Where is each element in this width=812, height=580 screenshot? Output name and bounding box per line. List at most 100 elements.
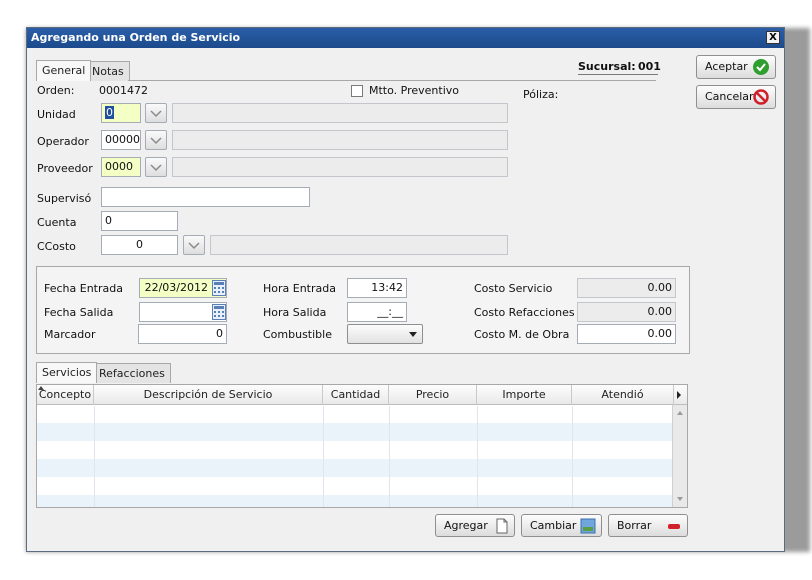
aceptar-button[interactable]: Aceptar <box>696 55 776 79</box>
operador-lookup-button[interactable] <box>145 130 167 150</box>
tab-notas-label: Notas <box>92 65 124 78</box>
tab-refacciones-label: Refacciones <box>99 367 165 380</box>
scroll-up-icon[interactable] <box>677 411 683 415</box>
cuenta-label: Cuenta <box>37 216 77 229</box>
cancelar-button[interactable]: Cancelar <box>696 85 776 109</box>
chevron-down-icon <box>409 332 417 337</box>
title-bar: Agregando una Orden de Servicio X <box>27 28 784 48</box>
ccosto-lookup-button[interactable] <box>183 235 205 255</box>
column-header-cantidad[interactable]: Cantidad <box>323 385 389 405</box>
column-header-precio[interactable]: Precio <box>389 385 477 405</box>
ccosto-input[interactable]: 0 <box>101 235 178 255</box>
grid-header: Concepto Descripción de Servicio Cantida… <box>37 385 687 405</box>
table-row[interactable] <box>37 441 674 459</box>
minus-icon <box>668 524 680 529</box>
dialog-window: Agregando una Orden de Servicio X Genera… <box>26 27 785 552</box>
chevron-down-icon <box>150 137 162 145</box>
column-divider <box>477 406 478 507</box>
chevron-down-icon <box>188 242 200 250</box>
costo-refacciones-label: Costo Refacciones <box>474 306 575 319</box>
tab-general[interactable]: General <box>36 60 92 81</box>
table-row[interactable] <box>37 495 674 507</box>
hora-entrada-input[interactable]: 13:42 <box>347 278 407 298</box>
agregar-button[interactable]: Agregar <box>435 514 515 537</box>
cuenta-input[interactable]: 0 <box>101 211 178 231</box>
table-row[interactable] <box>37 459 674 477</box>
new-document-icon <box>496 518 508 534</box>
hora-salida-input[interactable]: __:__ <box>347 302 407 322</box>
calendar-grid-glyph <box>214 282 224 293</box>
fecha-entrada-label: Fecha Entrada <box>44 282 123 295</box>
column-divider <box>389 406 390 507</box>
table-row[interactable] <box>37 405 674 423</box>
sort-up-icon <box>38 386 44 390</box>
servicios-grid[interactable]: Concepto Descripción de Servicio Cantida… <box>36 384 688 508</box>
marcador-input[interactable]: 0 <box>138 324 227 344</box>
unidad-description <box>172 103 508 123</box>
superviso-label: Supervisó <box>37 192 92 205</box>
operador-label: Operador <box>37 135 89 148</box>
unidad-input[interactable]: 0 <box>101 103 141 123</box>
proveedor-description <box>172 157 508 177</box>
combustible-select[interactable] <box>347 324 423 344</box>
close-icon: X <box>769 32 777 43</box>
tab-servicios[interactable]: Servicios <box>36 362 98 383</box>
scroll-down-icon[interactable] <box>677 497 683 501</box>
check-icon <box>753 59 769 75</box>
column-header-descripcion[interactable]: Descripción de Servicio <box>94 385 323 405</box>
operador-description <box>172 130 508 150</box>
sucursal-value: 001 <box>638 60 661 73</box>
close-button[interactable]: X <box>766 31 780 44</box>
window-title: Agregando una Orden de Servicio <box>31 31 241 44</box>
table-row[interactable] <box>37 423 674 441</box>
cancelar-label: Cancelar <box>705 90 754 103</box>
cambiar-button[interactable]: Cambiar <box>521 514 602 537</box>
costo-refacciones-value: 0.00 <box>577 302 676 322</box>
column-header-importe[interactable]: Importe <box>477 385 572 405</box>
fecha-salida-label: Fecha Salida <box>44 306 114 319</box>
calendar-icon[interactable] <box>212 304 226 320</box>
grid-vertical-scrollbar[interactable] <box>672 405 687 507</box>
cambiar-label: Cambiar <box>530 519 577 532</box>
column-divider <box>94 406 95 507</box>
image-icon <box>580 518 596 534</box>
proveedor-lookup-button[interactable] <box>145 157 167 177</box>
proveedor-input[interactable]: 0000 <box>101 157 141 177</box>
calendar-icon[interactable] <box>212 280 226 296</box>
sucursal-label: Sucursal: <box>578 60 636 73</box>
borrar-button[interactable]: Borrar <box>608 514 688 537</box>
orden-value: 0001472 <box>99 84 148 97</box>
ccosto-description <box>210 235 508 255</box>
costo-servicio-value: 0.00 <box>577 278 676 298</box>
costo-obra-label: Costo M. de Obra <box>474 328 570 341</box>
tab-baseline <box>128 80 656 81</box>
column-divider <box>323 406 324 507</box>
operador-input[interactable]: 00000 <box>101 130 141 150</box>
table-row[interactable] <box>37 477 674 495</box>
unidad-value: 0 <box>105 106 114 119</box>
borrar-label: Borrar <box>617 519 652 532</box>
agregar-label: Agregar <box>444 519 488 532</box>
hora-salida-label: Hora Salida <box>263 306 327 319</box>
column-header-atendio[interactable]: Atendió <box>572 385 674 405</box>
scroll-right-icon[interactable] <box>677 391 681 399</box>
mtto-preventivo-label: Mtto. Preventivo <box>369 84 459 97</box>
chevron-down-icon <box>150 110 162 118</box>
aceptar-label: Aceptar <box>705 60 748 73</box>
marcador-label: Marcador <box>44 328 96 341</box>
tab-refacciones[interactable]: Refacciones <box>93 363 171 383</box>
details-panel: Fecha Entrada 22/03/2012 Fecha Salida Ma… <box>36 266 690 354</box>
ccosto-label: CCosto <box>37 240 76 253</box>
tab-notas[interactable]: Notas <box>86 61 130 81</box>
tab-servicios-label: Servicios <box>42 366 92 379</box>
costo-obra-input[interactable]: 0.00 <box>577 324 676 344</box>
hora-entrada-label: Hora Entrada <box>263 282 336 295</box>
mtto-preventivo-checkbox[interactable] <box>351 85 363 97</box>
unidad-lookup-button[interactable] <box>145 103 167 123</box>
superviso-input[interactable] <box>101 187 310 207</box>
column-header-concepto[interactable]: Concepto <box>37 385 94 405</box>
calendar-grid-glyph <box>214 306 224 317</box>
proveedor-label: Proveedor <box>37 162 93 175</box>
costo-servicio-label: Costo Servicio <box>474 282 553 295</box>
unidad-label: Unidad <box>37 108 76 121</box>
